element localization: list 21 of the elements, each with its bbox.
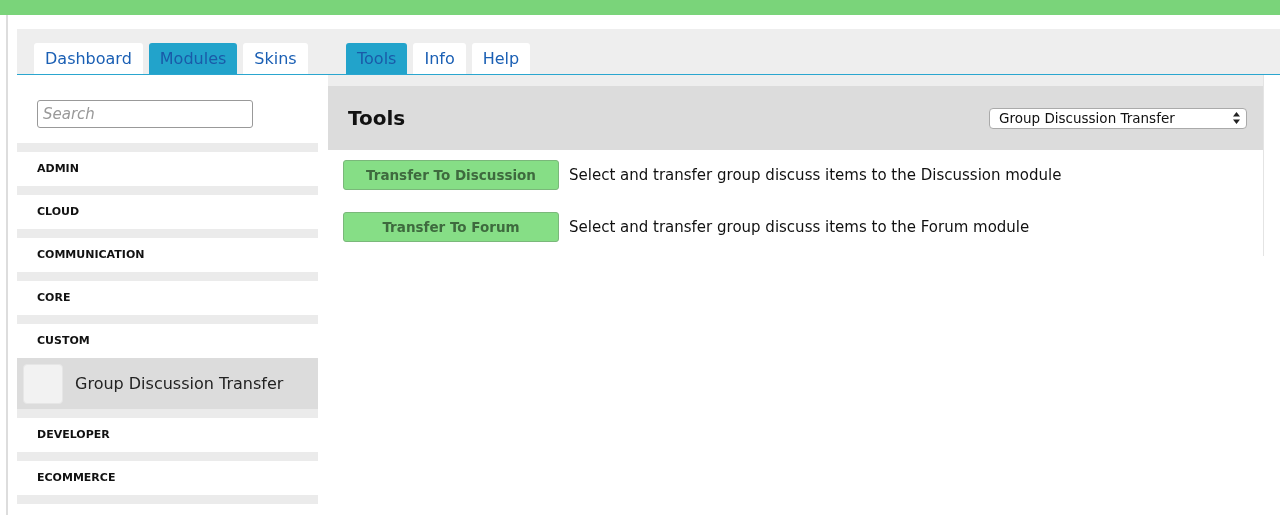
transfer-button[interactable]: Transfer To Forum: [343, 212, 559, 242]
tool-description: Select and transfer group discuss items to the Discussion module: [569, 166, 1062, 184]
module-tab[interactable]: Help: [471, 43, 531, 74]
dropdown-arrows-icon: [1233, 112, 1240, 124]
category-heading[interactable]: ECOMMERCE: [17, 461, 318, 495]
tool-select[interactable]: Group Discussion Transfer: [989, 107, 1247, 129]
nav-tab[interactable]: Dashboard: [34, 43, 143, 74]
nav-tab[interactable]: Skins: [243, 43, 308, 74]
transfer-button[interactable]: Transfer To Discussion: [343, 160, 559, 190]
tool-description: Select and transfer group discuss items to the Forum module: [569, 218, 1030, 236]
category-heading[interactable]: COMMUNICATION: [17, 238, 318, 272]
category-heading[interactable]: CLOUD: [17, 195, 318, 229]
panel-title: Tools: [348, 106, 406, 130]
category-heading[interactable]: ADMIN: [17, 152, 318, 186]
search-field[interactable]: Search: [37, 100, 253, 128]
category-heading[interactable]: CUSTOM: [17, 324, 318, 358]
module-item[interactable]: Group Discussion Transfer: [17, 358, 318, 409]
category-heading[interactable]: CORE: [17, 281, 318, 315]
module-tab[interactable]: Info: [413, 43, 466, 74]
category-heading[interactable]: DEVELOPER: [17, 418, 318, 452]
module-name: Group Discussion Transfer: [75, 374, 284, 393]
